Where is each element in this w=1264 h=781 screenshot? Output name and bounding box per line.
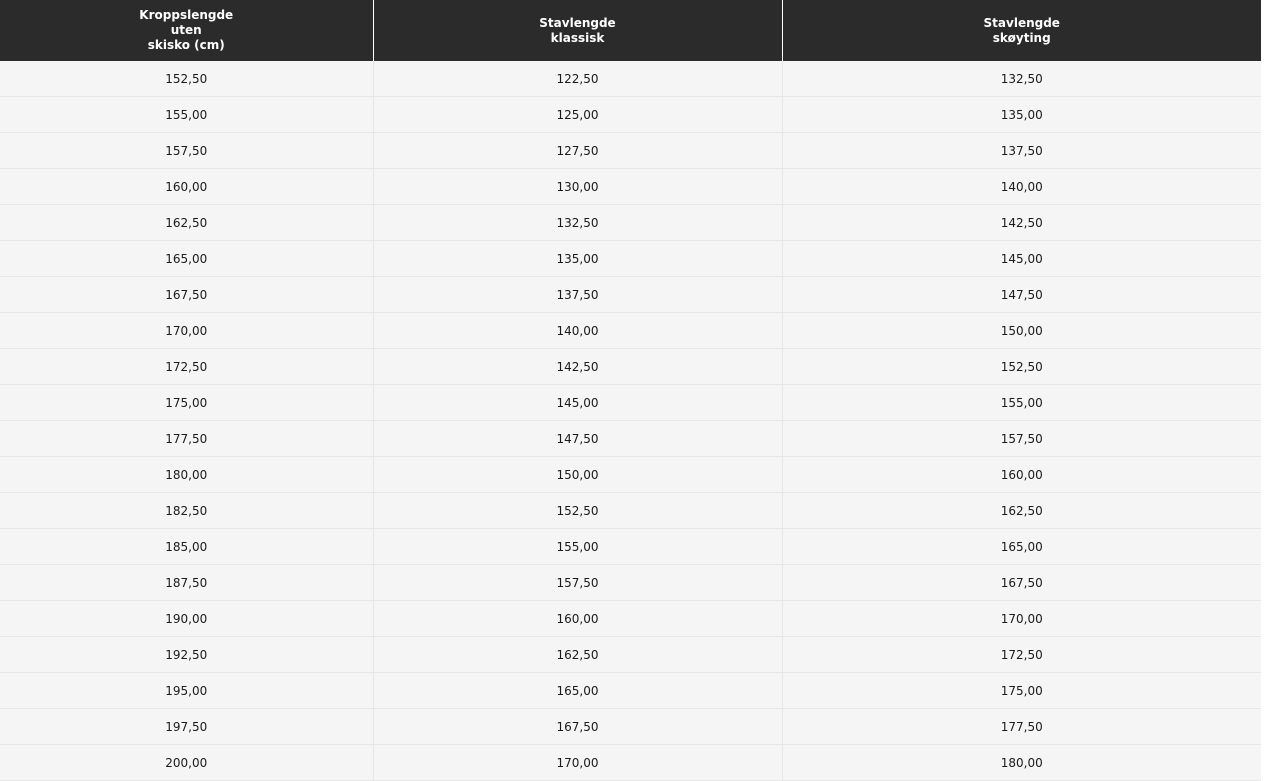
table-row: 192,50 162,50 172,50 (0, 636, 1261, 673)
table-row: 195,00 165,00 175,00 (0, 672, 1261, 709)
table-row: 152,50 122,50 132,50 (0, 61, 1261, 97)
table-row: 170,00 140,00 150,00 (0, 312, 1261, 349)
cell-pole-length-classic: 162,50 (372, 636, 782, 673)
cell-body-length: 197,50 (0, 708, 373, 745)
cell-pole-length-classic: 170,00 (372, 744, 782, 781)
cell-pole-length-classic: 147,50 (372, 420, 782, 457)
header-pole-length-skating: Stavlengde skøyting (781, 0, 1261, 61)
table-row: 155,00 125,00 135,00 (0, 96, 1261, 133)
cell-body-length: 165,00 (0, 240, 373, 277)
cell-body-length: 157,50 (0, 132, 373, 169)
cell-pole-length-classic: 127,50 (372, 132, 782, 169)
cell-body-length: 180,00 (0, 456, 373, 493)
cell-pole-length-classic: 155,00 (372, 528, 782, 565)
cell-pole-length-classic: 140,00 (372, 312, 782, 349)
cell-pole-length-skating: 155,00 (781, 384, 1261, 421)
table-row: 185,00 155,00 165,00 (0, 528, 1261, 565)
cell-body-length: 187,50 (0, 564, 373, 601)
cell-body-length: 172,50 (0, 348, 373, 385)
cell-body-length: 192,50 (0, 636, 373, 673)
table-row: 165,00 135,00 145,00 (0, 240, 1261, 277)
cell-pole-length-classic: 167,50 (372, 708, 782, 745)
cell-body-length: 177,50 (0, 420, 373, 457)
cell-pole-length-classic: 152,50 (372, 492, 782, 529)
table-row: 175,00 145,00 155,00 (0, 384, 1261, 421)
cell-pole-length-skating: 165,00 (781, 528, 1261, 565)
cell-pole-length-skating: 152,50 (781, 348, 1261, 385)
cell-pole-length-classic: 145,00 (372, 384, 782, 421)
cell-pole-length-skating: 172,50 (781, 636, 1261, 673)
cell-pole-length-classic: 125,00 (372, 96, 782, 133)
table-row: 180,00 150,00 160,00 (0, 456, 1261, 493)
cell-body-length: 190,00 (0, 600, 373, 637)
cell-body-length: 160,00 (0, 168, 373, 205)
cell-pole-length-skating: 167,50 (781, 564, 1261, 601)
cell-pole-length-skating: 140,00 (781, 168, 1261, 205)
cell-pole-length-classic: 142,50 (372, 348, 782, 385)
cell-pole-length-classic: 130,00 (372, 168, 782, 205)
cell-body-length: 200,00 (0, 744, 373, 781)
table-body: 152,50 122,50 132,50 155,00 125,00 135,00 157,… (0, 61, 1261, 781)
cell-pole-length-skating: 135,00 (781, 96, 1261, 133)
cell-body-length: 185,00 (0, 528, 373, 565)
cell-pole-length-skating: 180,00 (781, 744, 1261, 781)
table-row: 197,50 167,50 177,50 (0, 708, 1261, 745)
table-row: 190,00 160,00 170,00 (0, 600, 1261, 637)
table-row: 200,00 170,00 180,00 (0, 744, 1261, 781)
cell-body-length: 162,50 (0, 204, 373, 241)
cell-pole-length-skating: 150,00 (781, 312, 1261, 349)
header-pole-length-classic: Stavlengde klassisk (372, 0, 782, 61)
table-row: 172,50 142,50 152,50 (0, 348, 1261, 385)
cell-pole-length-skating: 175,00 (781, 672, 1261, 709)
cell-pole-length-skating: 147,50 (781, 276, 1261, 313)
cell-body-length: 155,00 (0, 96, 373, 133)
cell-pole-length-classic: 157,50 (372, 564, 782, 601)
table-header-row: Kroppslengde uten skisko (cm) Stavlengde… (0, 0, 1261, 61)
cell-body-length: 195,00 (0, 672, 373, 709)
table-row: 160,00 130,00 140,00 (0, 168, 1261, 205)
table-row: 162,50 132,50 142,50 (0, 204, 1261, 241)
cell-pole-length-skating: 162,50 (781, 492, 1261, 529)
cell-pole-length-skating: 142,50 (781, 204, 1261, 241)
cell-body-length: 167,50 (0, 276, 373, 313)
table-row: 177,50 147,50 157,50 (0, 420, 1261, 457)
cell-pole-length-classic: 137,50 (372, 276, 782, 313)
cell-body-length: 175,00 (0, 384, 373, 421)
cell-pole-length-skating: 137,50 (781, 132, 1261, 169)
cell-pole-length-classic: 135,00 (372, 240, 782, 277)
cell-pole-length-skating: 132,50 (781, 61, 1261, 97)
cell-pole-length-skating: 145,00 (781, 240, 1261, 277)
cell-pole-length-classic: 132,50 (372, 204, 782, 241)
header-body-length: Kroppslengde uten skisko (cm) (0, 0, 373, 61)
table-row: 167,50 137,50 147,50 (0, 276, 1261, 313)
cell-pole-length-classic: 122,50 (372, 61, 782, 97)
table-row: 157,50 127,50 137,50 (0, 132, 1261, 169)
cell-pole-length-skating: 157,50 (781, 420, 1261, 457)
cell-body-length: 152,50 (0, 61, 373, 97)
pole-length-size-table: Kroppslengde uten skisko (cm) Stavlengde… (0, 0, 1261, 781)
table-row: 182,50 152,50 162,50 (0, 492, 1261, 529)
cell-pole-length-classic: 160,00 (372, 600, 782, 637)
table-row: 187,50 157,50 167,50 (0, 564, 1261, 601)
cell-pole-length-skating: 177,50 (781, 708, 1261, 745)
cell-pole-length-classic: 165,00 (372, 672, 782, 709)
cell-pole-length-classic: 150,00 (372, 456, 782, 493)
cell-body-length: 170,00 (0, 312, 373, 349)
cell-body-length: 182,50 (0, 492, 373, 529)
cell-pole-length-skating: 160,00 (781, 456, 1261, 493)
cell-pole-length-skating: 170,00 (781, 600, 1261, 637)
